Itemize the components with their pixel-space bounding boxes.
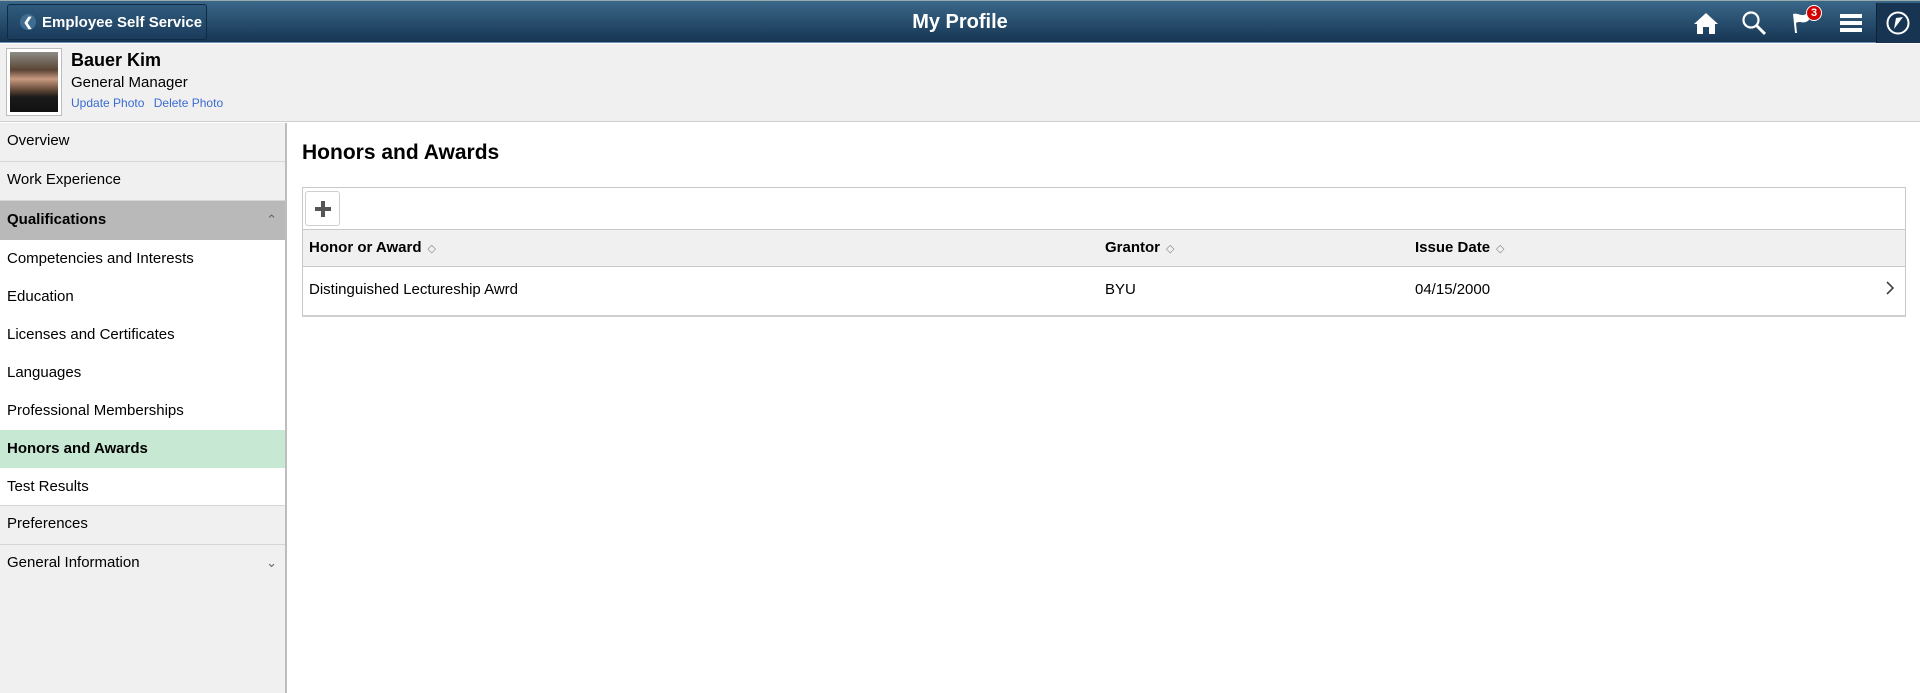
sidebar-item-overview[interactable]: Overview: [0, 123, 285, 162]
top-banner: ❮ Employee Self Service My Profile 3: [0, 0, 1920, 43]
sidebar-item-label: Overview: [7, 132, 70, 149]
column-header-label: Grantor: [1105, 239, 1161, 256]
notifications-button[interactable]: 3: [1786, 5, 1822, 39]
profile-photo: [6, 48, 62, 116]
column-header-label: Honor or Award: [309, 239, 422, 256]
sidebar-item-licenses[interactable]: Licenses and Certificates: [0, 316, 285, 354]
table-header: Honor or Award ◇ Grantor ◇ Issue Date ◇: [303, 229, 1905, 267]
add-row-button[interactable]: [305, 191, 340, 226]
sidebar-item-honors-awards[interactable]: Honors and Awards: [0, 430, 285, 468]
sort-icon: ◇: [427, 243, 436, 255]
navbar-compass-icon: [1886, 11, 1910, 35]
search-button[interactable]: [1738, 7, 1770, 39]
update-photo-link[interactable]: Update Photo: [71, 96, 144, 110]
search-icon: [1742, 11, 1767, 36]
table-row[interactable]: Distinguished Lectureship Awrd BYU 04/15…: [303, 267, 1905, 315]
sidebar-item-work-experience[interactable]: Work Experience: [0, 162, 285, 201]
employee-name: Bauer Kim: [71, 50, 162, 70]
sidebar-group-general-information[interactable]: General Information ⌄: [0, 545, 285, 584]
column-header-grantor[interactable]: Grantor ◇: [1105, 230, 1174, 266]
section-heading: Honors and Awards: [302, 141, 500, 164]
plus-icon: [314, 200, 331, 217]
sidebar-item-label: Honors and Awards: [7, 440, 148, 457]
menu-icon: [1840, 14, 1862, 32]
sidebar-item-languages[interactable]: Languages: [0, 354, 285, 392]
sidebar-item-label: Education: [7, 288, 74, 305]
sidebar-item-label: Competencies and Interests: [7, 250, 194, 267]
employee-job-title: General Manager: [71, 74, 188, 91]
notification-count-badge: 3: [1806, 5, 1822, 21]
chevron-down-icon: ⌄: [266, 555, 277, 570]
sidebar-nav: Overview Work Experience Qualifications …: [0, 123, 287, 693]
sidebar-item-label: Licenses and Certificates: [7, 326, 175, 343]
cell-grantor: BYU: [1105, 281, 1136, 298]
page-title: My Profile: [912, 11, 1008, 33]
sidebar-item-education[interactable]: Education: [0, 278, 285, 316]
back-button[interactable]: ❮ Employee Self Service: [7, 4, 207, 40]
home-icon: [1694, 13, 1718, 34]
avatar: [10, 52, 58, 112]
actions-menu-button[interactable]: [1835, 7, 1867, 39]
honors-grid: Honor or Award ◇ Grantor ◇ Issue Date ◇ Dis…: [302, 187, 1906, 317]
sidebar-item-label: Test Results: [7, 478, 89, 495]
sidebar-item-label: Professional Memberships: [7, 402, 184, 419]
delete-photo-link[interactable]: Delete Photo: [154, 96, 223, 110]
chevron-right-icon: [1886, 281, 1895, 295]
column-header-label: Issue Date: [1415, 239, 1491, 256]
cell-issue-date: 04/15/2000: [1415, 281, 1491, 298]
sidebar-group-qualifications[interactable]: Qualifications ⌃: [0, 201, 285, 240]
sidebar-item-preferences[interactable]: Preferences: [0, 506, 285, 545]
back-button-label: Employee Self Service: [42, 13, 203, 31]
sort-icon: ◇: [1496, 243, 1505, 255]
sidebar-item-label: Work Experience: [7, 171, 121, 188]
sidebar-item-label: Preferences: [7, 515, 88, 532]
sidebar-item-label: Qualifications: [7, 211, 107, 228]
sidebar-item-label: General Information: [7, 554, 140, 571]
chevron-up-icon: ⌃: [266, 212, 277, 227]
main-content: Honors and Awards Honor or Award ◇ Granto…: [289, 123, 1920, 693]
sort-icon: ◇: [1166, 243, 1175, 255]
sidebar-item-competencies[interactable]: Competencies and Interests: [0, 240, 285, 278]
column-header-issue-date[interactable]: Issue Date ◇: [1415, 230, 1505, 266]
navbar-button[interactable]: [1882, 7, 1914, 39]
column-header-honor[interactable]: Honor or Award ◇: [309, 230, 436, 266]
profile-header: Bauer Kim General Manager Update Photo D…: [0, 44, 1920, 122]
home-button[interactable]: [1690, 7, 1722, 39]
sidebar-item-memberships[interactable]: Professional Memberships: [0, 392, 285, 430]
cell-honor: Distinguished Lectureship Awrd: [309, 281, 519, 298]
sidebar-item-label: Languages: [7, 364, 82, 381]
sidebar-item-test-results[interactable]: Test Results: [0, 468, 285, 506]
chevron-left-icon: ❮: [20, 14, 36, 30]
